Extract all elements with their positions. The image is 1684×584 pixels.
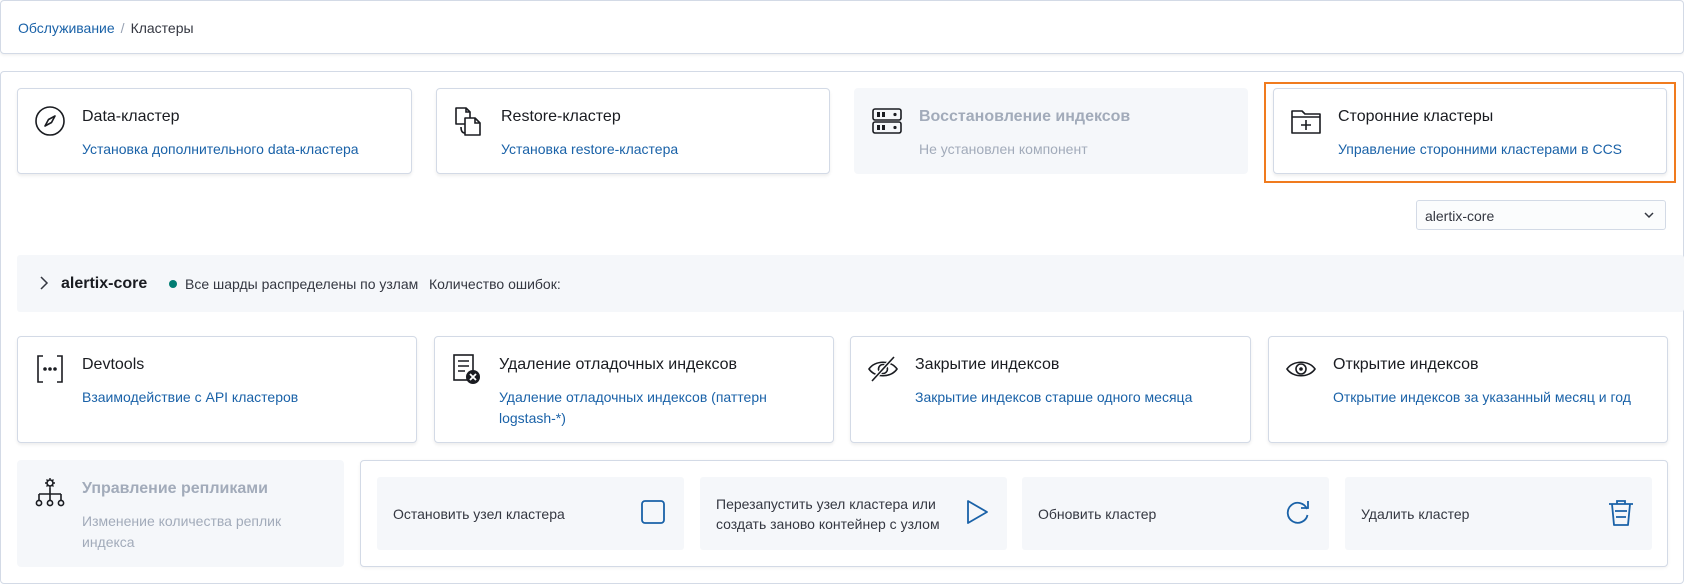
stop-icon bbox=[641, 500, 665, 524]
compass-icon bbox=[35, 106, 65, 136]
eye-closed-icon bbox=[868, 355, 898, 383]
list-delete-icon bbox=[453, 354, 480, 384]
action-label: Удалить кластер bbox=[1361, 505, 1470, 522]
breadcrumb-current: Кластеры bbox=[130, 20, 194, 36]
card-title: Открытие индексов bbox=[1333, 356, 1479, 373]
trash-icon bbox=[1609, 500, 1633, 526]
cluster-name: alertix-core bbox=[61, 275, 148, 292]
card-subtitle: Изменение количества реплик индекса bbox=[82, 513, 282, 550]
status-dot bbox=[169, 280, 177, 288]
update-cluster-button[interactable]: Обновить кластер bbox=[1022, 477, 1329, 550]
card-replica-management: Управление репликами Изменение количеств… bbox=[17, 460, 344, 567]
shards-status-text: Все шарды распределены по узлам bbox=[185, 276, 419, 292]
play-icon bbox=[967, 500, 988, 524]
errors-count-label: Количество ошибок: bbox=[429, 276, 561, 292]
cluster-select[interactable]: alertix-core bbox=[1416, 200, 1666, 230]
hierarchy-gear-icon bbox=[35, 478, 65, 507]
card-link[interactable]: Взаимодействие с API кластеров bbox=[82, 387, 402, 408]
eye-icon bbox=[1286, 361, 1316, 377]
card-title: Restore-кластер bbox=[501, 108, 621, 125]
breadcrumb-separator: / bbox=[120, 20, 125, 36]
action-label: Остановить узел кластера bbox=[393, 505, 565, 522]
card-title: Восстановление индексов bbox=[919, 108, 1131, 125]
card-restore-indices: Восстановление индексов Не установлен ко… bbox=[854, 88, 1248, 174]
action-label: Обновить кластер bbox=[1038, 505, 1157, 522]
card-link[interactable]: Открытие индексов за указанный месяц и г… bbox=[1333, 387, 1653, 408]
cluster-select-value: alertix-core bbox=[1425, 208, 1495, 224]
card-close-indices[interactable]: Закрытие индексов Закрытие индексов стар… bbox=[850, 336, 1251, 443]
card-title: Управление репликами bbox=[82, 480, 268, 497]
stop-node-button[interactable]: Остановить узел кластера bbox=[377, 477, 684, 550]
refresh-icon bbox=[1286, 501, 1309, 524]
card-devtools[interactable]: Devtools Взаимодействие с API кластеров bbox=[17, 336, 417, 443]
card-link[interactable]: Закрытие индексов старше одного месяца bbox=[915, 387, 1235, 408]
cluster-status-row[interactable]: alertix-core Все шарды распределены по у… bbox=[17, 255, 1684, 312]
card-link[interactable]: Установка restore-кластера bbox=[501, 139, 678, 160]
action-label: Перезапустить узел кластера или создать … bbox=[716, 495, 940, 532]
breadcrumb: Обслуживание / Кластеры bbox=[18, 20, 194, 36]
card-restore-cluster[interactable]: Restore-кластер Установка restore-класте… bbox=[436, 88, 830, 174]
card-delete-debug-indices[interactable]: Удаление отладочных индексов Удаление от… bbox=[434, 336, 834, 443]
card-title: Devtools bbox=[82, 356, 145, 373]
copy-documents-icon bbox=[455, 107, 481, 136]
restart-node-button[interactable]: Перезапустить узел кластера или создать … bbox=[700, 477, 1007, 550]
console-icon bbox=[37, 355, 63, 383]
server-icon bbox=[872, 108, 902, 134]
card-link[interactable]: Удаление отладочных индексов (паттерн lo… bbox=[499, 387, 789, 429]
breadcrumb-link-maintenance[interactable]: Обслуживание bbox=[18, 20, 115, 36]
delete-cluster-button[interactable]: Удалить кластер bbox=[1345, 477, 1652, 550]
chevron-down-icon bbox=[1644, 212, 1654, 219]
card-title: Закрытие индексов bbox=[915, 356, 1060, 373]
card-subtitle: Не установлен компонент bbox=[919, 141, 1088, 157]
card-title: Data-кластер bbox=[82, 108, 180, 125]
card-link[interactable]: Установка дополнительного data-кластера bbox=[82, 139, 359, 160]
node-actions-panel: Остановить узел кластера Перезапустить у… bbox=[360, 460, 1668, 567]
card-title: Удаление отладочных индексов bbox=[499, 356, 738, 373]
card-data-cluster[interactable]: Data-кластер Установка дополнительного d… bbox=[17, 88, 412, 174]
highlight-frame bbox=[1264, 82, 1676, 183]
breadcrumb-bar: Обслуживание / Кластеры bbox=[0, 0, 1684, 54]
card-open-indices[interactable]: Открытие индексов Открытие индексов за у… bbox=[1268, 336, 1668, 443]
chevron-right-icon[interactable] bbox=[38, 276, 50, 290]
